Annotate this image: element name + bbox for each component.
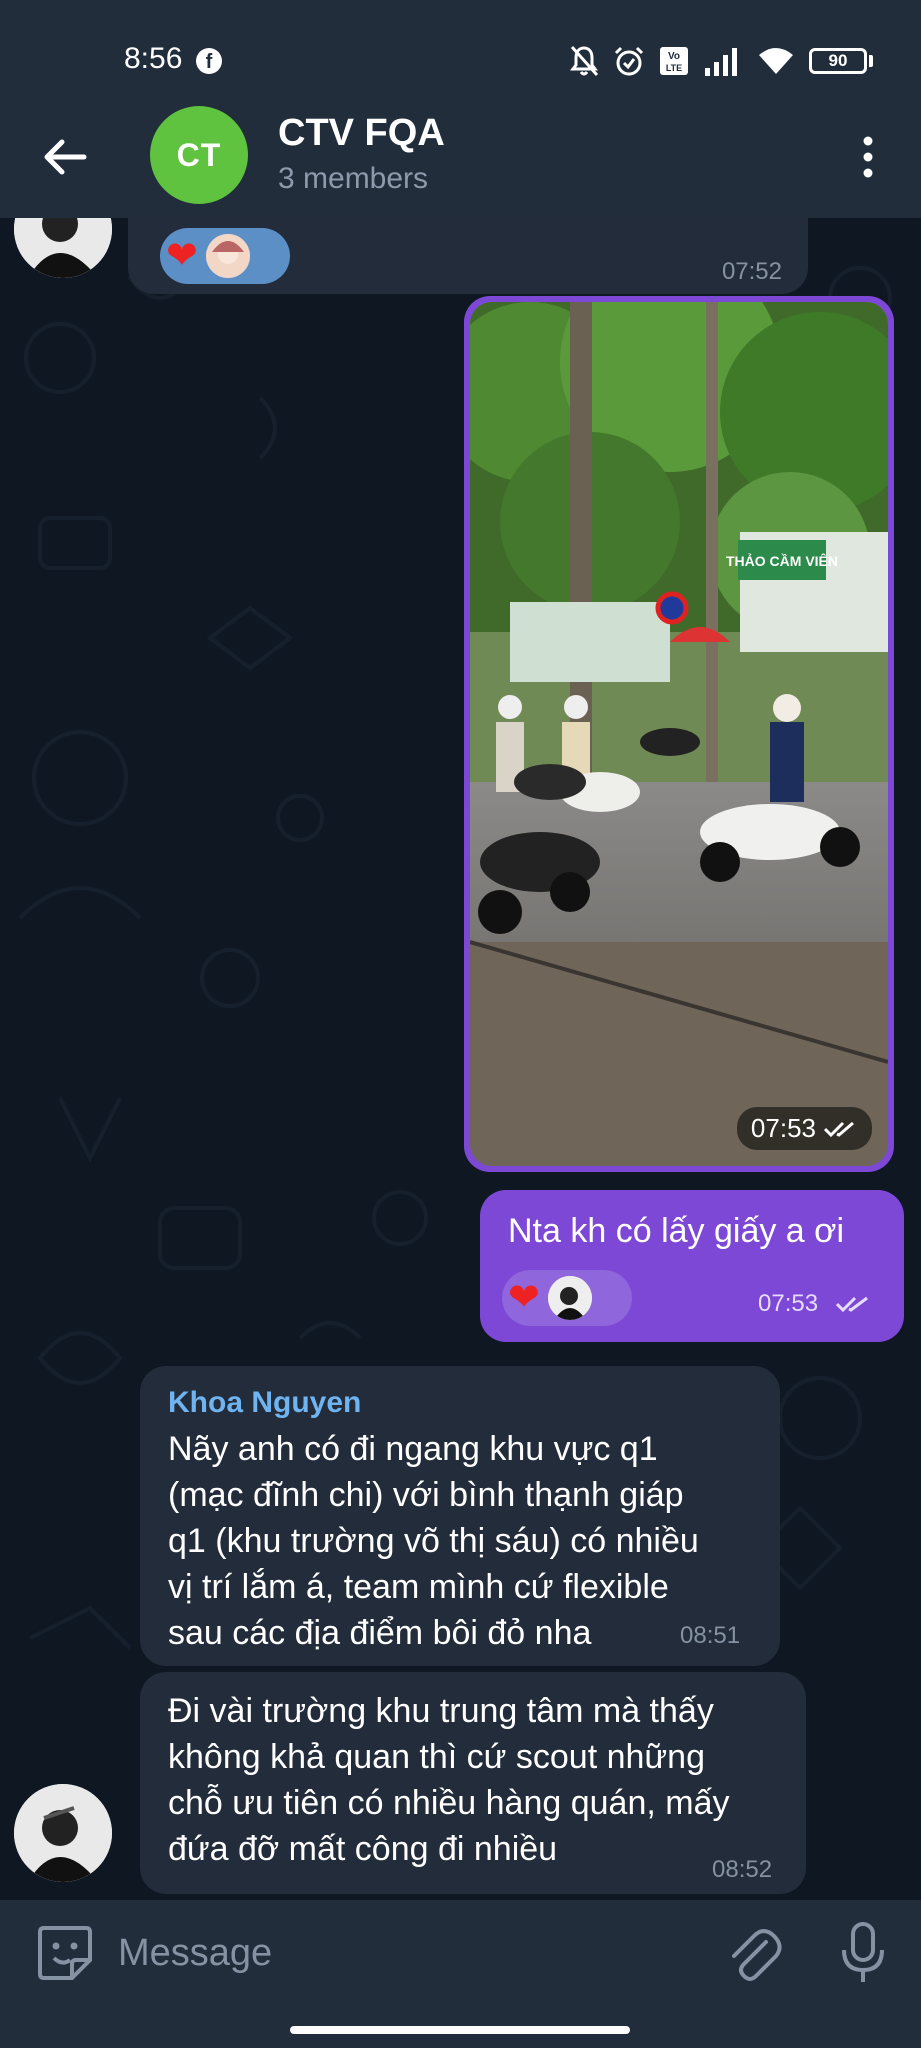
message-text-line: đứa đỡ mất công đi nhiều xyxy=(168,1830,558,1868)
sender-name[interactable]: Khoa Nguyen xyxy=(168,1386,361,1420)
photo-time-badge: 07:53 xyxy=(736,1107,872,1150)
svg-text:Vo: Vo xyxy=(668,51,680,62)
more-vertical-icon[interactable] xyxy=(855,132,881,182)
status-bar: 8:56 f Vo LTE 90 xyxy=(0,0,921,100)
chat-title[interactable]: CTV FQA xyxy=(278,112,445,155)
message-bubble[interactable]: Đi vài trường khu trung tâm mà thấy khôn… xyxy=(140,1672,806,1894)
reactor-avatar xyxy=(205,234,250,278)
reactor-avatar xyxy=(547,1276,592,1320)
chat-header: CT CTV FQA 3 members xyxy=(0,100,921,218)
message-text-line: chỗ ưu tiên có nhiều hàng quán, mấy xyxy=(168,1784,730,1822)
member-count: 3 members xyxy=(278,162,429,195)
message-text: Nta kh có lấy giấy a ơi xyxy=(508,1212,844,1250)
attachment-paperclip-icon[interactable] xyxy=(726,1922,782,1984)
double-check-icon xyxy=(824,1121,854,1137)
alarm-icon xyxy=(614,46,644,76)
status-time: 8:56 xyxy=(124,42,183,75)
message-text-line: Đi vài trường khu trung tâm mà thấy xyxy=(168,1692,714,1730)
emoji-sticker-icon[interactable] xyxy=(36,1924,94,1982)
message-text-line: sau các địa điểm bôi đỏ nha xyxy=(168,1614,592,1652)
message-time: 08:52 xyxy=(712,1856,773,1883)
photo-image: THẢO CẦM VIÊN xyxy=(470,302,888,1166)
message-text-line: không khả quan thì cứ scout những xyxy=(168,1738,705,1776)
heart-reaction-icon: ❤ xyxy=(166,235,198,277)
message-bubble[interactable]: ❤ 07:52 xyxy=(128,218,808,294)
message-time: 07:53 xyxy=(758,1290,819,1317)
group-avatar[interactable]: CT xyxy=(150,106,248,204)
status-icons: Vo LTE 90 xyxy=(569,44,873,78)
photo-time: 07:53 xyxy=(750,1113,816,1143)
home-indicator[interactable] xyxy=(290,2026,630,2034)
reaction-pill[interactable]: ❤ xyxy=(502,1270,632,1326)
mute-icon xyxy=(570,46,599,76)
volte-icon: Vo LTE xyxy=(660,47,688,75)
message-list[interactable]: ❤ 07:52 THẢO CẦM VIÊN 07:53 Nta kh có lấ… xyxy=(0,218,921,1900)
message-composer xyxy=(0,1900,921,2048)
back-arrow-icon[interactable] xyxy=(40,132,90,182)
message-bubble[interactable]: Khoa Nguyen Nãy anh có đi ngang khu vực … xyxy=(140,1366,780,1666)
message-text-line: Nãy anh có đi ngang khu vực q1 xyxy=(168,1430,658,1468)
avatar-photo xyxy=(14,1784,112,1882)
heart-reaction-icon: ❤ xyxy=(508,1277,540,1319)
svg-text:LTE: LTE xyxy=(666,63,682,73)
message-text-line: q1 (khu trường võ thị sáu) có nhiều xyxy=(168,1522,699,1560)
street-photo[interactable]: THẢO CẦM VIÊN 07:53 xyxy=(470,302,888,1166)
sender-avatar[interactable] xyxy=(14,1784,112,1882)
microphone-icon[interactable] xyxy=(838,1920,888,1986)
photo-message[interactable]: THẢO CẦM VIÊN 07:53 xyxy=(464,296,894,1172)
svg-text:THẢO CẦM VIÊN: THẢO CẦM VIÊN xyxy=(726,552,838,569)
message-time: 08:51 xyxy=(680,1622,741,1649)
signal-icon xyxy=(705,48,737,76)
reaction-pill[interactable]: ❤ xyxy=(160,228,290,284)
message-time: 07:52 xyxy=(721,258,782,285)
message-text-line: (mạc đĩnh chi) với bình thạnh giáp xyxy=(168,1476,684,1514)
facebook-icon: f xyxy=(196,48,222,74)
message-input[interactable] xyxy=(118,1918,678,1988)
double-check-icon xyxy=(836,1296,868,1313)
battery-indicator: 90 xyxy=(809,48,873,74)
message-text-line: vị trí lắm á, team mình cứ flexible xyxy=(168,1568,669,1606)
battery-level: 90 xyxy=(809,48,867,74)
message-bubble-outgoing[interactable]: Nta kh có lấy giấy a ơi ❤ 07:53 xyxy=(480,1190,904,1342)
wifi-icon xyxy=(759,48,793,74)
